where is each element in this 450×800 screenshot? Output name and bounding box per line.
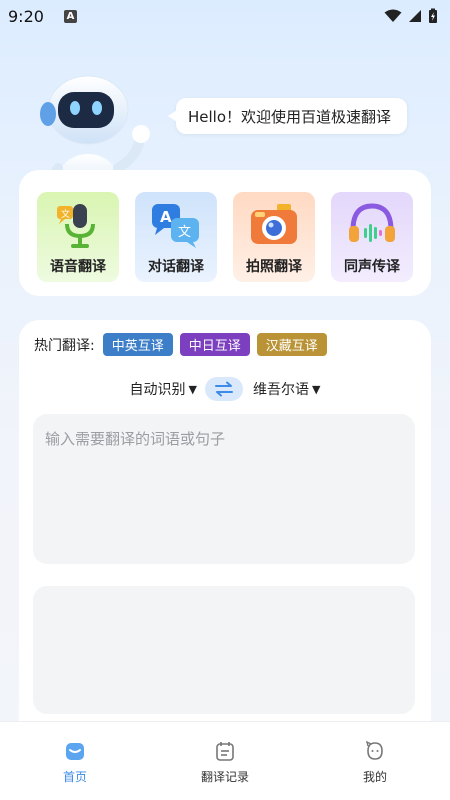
wifi-icon <box>384 9 402 22</box>
feature-label: 同声传译 <box>344 259 400 275</box>
headphones-icon <box>349 203 395 242</box>
status-time: 9:20 <box>8 6 44 26</box>
svg-text:文: 文 <box>178 225 191 240</box>
hero-banner: Hello！欢迎使用百道极速翻译 <box>0 32 450 206</box>
tab-home[interactable]: 首页 <box>0 722 150 800</box>
feature-photo-translate[interactable]: 拍照翻译 <box>233 192 315 282</box>
language-selector: 自动识别 ▼ 维吾尔语 ▼ <box>19 376 431 402</box>
history-icon <box>216 742 234 761</box>
svg-text:文: 文 <box>61 208 70 220</box>
feature-dialogue-translate[interactable]: A 文 对话翻译 <box>135 192 217 282</box>
status-bar: 9:20 A <box>0 0 450 32</box>
chat-bubbles-icon: A 文 <box>152 204 199 248</box>
swap-languages-button[interactable] <box>205 377 243 401</box>
tab-profile[interactable]: 我的 <box>300 722 450 800</box>
profile-icon <box>365 740 383 760</box>
source-language-select[interactable]: 自动识别 ▼ <box>130 379 197 399</box>
tab-label: 我的 <box>362 770 387 784</box>
feature-label: 对话翻译 <box>148 259 204 275</box>
tab-label: 翻译记录 <box>200 770 249 784</box>
feature-label: 拍照翻译 <box>246 259 302 275</box>
battery-icon <box>429 8 437 23</box>
tab-label: 首页 <box>62 770 87 784</box>
target-language-label: 维吾尔语 <box>253 382 309 398</box>
chip-zh-bo[interactable]: 汉藏互译 <box>256 333 327 356</box>
chip-zh-en[interactable]: 中英互译 <box>102 333 173 356</box>
feature-label: 语音翻译 <box>50 259 106 275</box>
feature-voice-translate[interactable]: 文 语音翻译 <box>37 192 119 282</box>
target-language-select[interactable]: 维吾尔语 ▼ <box>253 379 320 399</box>
chevron-down-icon: ▼ <box>312 382 321 396</box>
chip-zh-ja[interactable]: 中日互译 <box>179 333 250 356</box>
feature-card: 文 语音翻译 A 文 对话翻译 拍照翻译 同声传译 <box>19 170 431 296</box>
bottom-tab-bar: 首页 翻译记录 我的 <box>0 721 450 800</box>
signal-icon <box>409 10 421 22</box>
source-language-label: 自动识别 <box>129 382 186 398</box>
status-icons <box>384 8 438 24</box>
tab-history[interactable]: 翻译记录 <box>150 722 300 800</box>
greeting-bubble: Hello！欢迎使用百道极速翻译 <box>167 98 408 134</box>
microphone-icon: 文 <box>57 204 95 248</box>
accessibility-indicator-icon: A <box>63 9 77 23</box>
translation-output <box>33 586 415 714</box>
hot-translations-label: 热门翻译: <box>34 337 95 354</box>
camera-icon <box>251 204 297 244</box>
swap-icon <box>215 381 233 397</box>
svg-text:A: A <box>160 208 172 226</box>
source-text-input[interactable] <box>33 414 415 564</box>
chevron-down-icon: ▼ <box>188 382 197 396</box>
home-icon <box>66 743 84 760</box>
hot-translations: 热门翻译: 中英互译 中日互译 汉藏互译 <box>34 333 334 356</box>
feature-simultaneous-interpretation[interactable]: 同声传译 <box>331 192 413 282</box>
translate-card: 热门翻译: 中英互译 中日互译 汉藏互译 自动识别 ▼ 维吾尔语 ▼ <box>19 320 431 740</box>
